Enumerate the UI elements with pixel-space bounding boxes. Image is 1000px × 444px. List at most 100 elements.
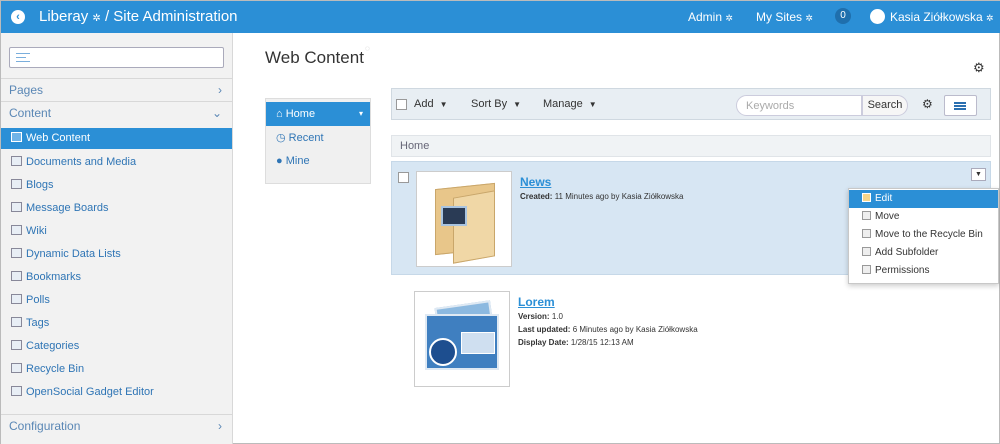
created-value: 11 Minutes ago by Kasia Ziółkowska [554,192,684,201]
move-icon [862,211,871,220]
toolbar: Add ▼ Sort By ▼ Manage ▼ Search ⚙ [391,88,991,120]
settings-gear-icon[interactable]: ⚙ [973,60,985,76]
article-title-link[interactable]: Lorem [518,295,555,309]
caret-down-icon[interactable]: ▾ [359,102,363,126]
caret-down-icon: ▼ [588,100,597,109]
nav-mine[interactable]: ● Mine [266,149,370,173]
manage-menu[interactable]: Manage ▼ [543,98,597,110]
sidebar-item-label: Polls [26,294,50,306]
sidebar-item-label: OpenSocial Gadget Editor [26,386,154,398]
sort-by-label: Sort By [471,98,508,110]
sidebar-item-web-content[interactable]: Web Content [1,128,232,149]
sidebar-item-label: Blogs [26,179,54,191]
sidebar-section-pages[interactable]: Pages › [1,78,232,100]
sidebar-item-label: Message Boards [26,202,109,214]
menu-item-edit[interactable]: Edit [849,190,998,208]
brand-name: Liberay [39,8,89,25]
user-menu[interactable]: Kasia Ziółkowska ✲ [890,10,994,24]
menu-item-label: Add Subfolder [875,247,939,258]
my-sites-label: My Sites [756,10,803,24]
help-icon[interactable]: ◌ [365,44,370,53]
menu-item-permissions[interactable]: Permissions [849,262,998,280]
sidebar-item-polls[interactable]: Polls [1,290,232,311]
admin-label: Admin [688,10,723,24]
my-sites-gear-icon: ✲ [805,13,813,23]
user-icon: ● [276,155,283,167]
sidebar-item-blogs[interactable]: Blogs [1,175,232,196]
user-name: Kasia Ziółkowska [890,10,983,24]
gear-icon[interactable]: ⚙ [922,97,933,111]
notifications-badge[interactable]: 0 [835,8,851,24]
back-icon[interactable]: ‹ [11,10,25,24]
data-lists-icon [11,248,22,258]
site-title[interactable]: Liberay ✲ / Site Administration [39,8,238,25]
entry-actions-toggle[interactable]: ▼ [971,168,986,181]
caret-down-icon: ▼ [439,100,448,109]
sidebar-section-configuration[interactable]: Configuration › [1,414,232,436]
menu-item-add-subfolder[interactable]: Add Subfolder [849,244,998,262]
sidebar-item-label: Bookmarks [26,271,82,283]
page-title-text: Web Content [265,48,364,67]
add-label: Add [414,98,434,110]
chevron-right-icon: › [218,83,222,97]
keywords-input[interactable] [736,95,862,116]
select-all-checkbox[interactable] [396,99,407,110]
menu-item-move[interactable]: Move [849,208,998,226]
sidebar-item-wiki[interactable]: Wiki [1,221,232,242]
blogs-icon [11,179,22,189]
display-date-label: Display Date: [518,338,569,347]
display-date-value: 1/28/15 12:13 AM [570,338,634,347]
wiki-icon [11,225,22,235]
section-label: Configuration [9,419,81,433]
menu-item-label: Edit [875,193,893,204]
sidebar-item-tags[interactable]: Tags [1,313,232,334]
sidebar-item-bookmarks[interactable]: Bookmarks [1,267,232,288]
sidebar-item-documents-and-media[interactable]: Documents and Media [1,152,232,173]
add-menu[interactable]: Add ▼ [414,98,448,110]
display-style-button[interactable] [944,95,977,116]
screen-icon [441,206,467,226]
search-button[interactable]: Search [862,95,908,116]
sidebar-item-dynamic-data-lists[interactable]: Dynamic Data Lists [1,244,232,265]
admin-menu[interactable]: Admin ✲ [688,10,733,24]
avatar[interactable] [870,9,885,24]
breadcrumb[interactable]: Home [391,135,991,157]
sidebar-item-label: Documents and Media [26,156,137,168]
section-label: Pages [9,83,44,97]
sidebar-item-categories[interactable]: Categories [1,336,232,357]
polls-icon [11,294,22,304]
sidebar-item-opensocial-gadget-editor[interactable]: OpenSocial Gadget Editor [1,382,232,403]
my-sites-menu[interactable]: My Sites ✲ [756,10,813,24]
menu-item-label: Permissions [875,265,930,276]
folder-thumbnail[interactable] [416,171,512,267]
sidebar-item-label: Tags [26,317,50,329]
recycle-bin-icon [862,229,871,238]
sidebar-section-content[interactable]: Content ⌄ [1,101,232,123]
entry-checkbox[interactable] [398,172,409,183]
nav-label: Mine [285,155,310,167]
sidebar-item-label: Recycle Bin [26,363,85,375]
web-content-icon [11,132,22,142]
folder-title-link[interactable]: News [520,175,551,189]
nav-recent[interactable]: ◷ Recent [266,126,370,150]
sidebar: Pages › Content ⌄ Web Content Documents … [1,33,233,444]
manage-label: Manage [543,98,583,110]
menu-item-label: Move [875,211,900,222]
menu-item-move-to-recycle-bin[interactable]: Move to the Recycle Bin [849,226,998,244]
created-label: Created: [520,192,553,201]
updated-value: 6 Minutes ago by Kasia Ziółkowska [572,325,698,334]
nav-home[interactable]: ⌂ Home ▾ [266,102,370,126]
message-boards-icon [11,202,22,212]
article-thumbnail[interactable] [414,291,510,387]
sidebar-search-input[interactable] [9,47,224,68]
documents-icon [11,156,22,166]
folder-front-shape [453,190,495,264]
sidebar-item-label: Web Content [26,132,91,144]
sidebar-item-message-boards[interactable]: Message Boards [1,198,232,219]
sort-by-menu[interactable]: Sort By ▼ [471,98,521,110]
brand-gear-icon[interactable]: ✲ [92,13,100,24]
sidebar-item-recycle-bin[interactable]: Recycle Bin [1,359,232,380]
home-icon: ⌂ [276,108,283,120]
version-value: 1.0 [551,312,563,321]
section-name: Site Administration [113,8,238,25]
